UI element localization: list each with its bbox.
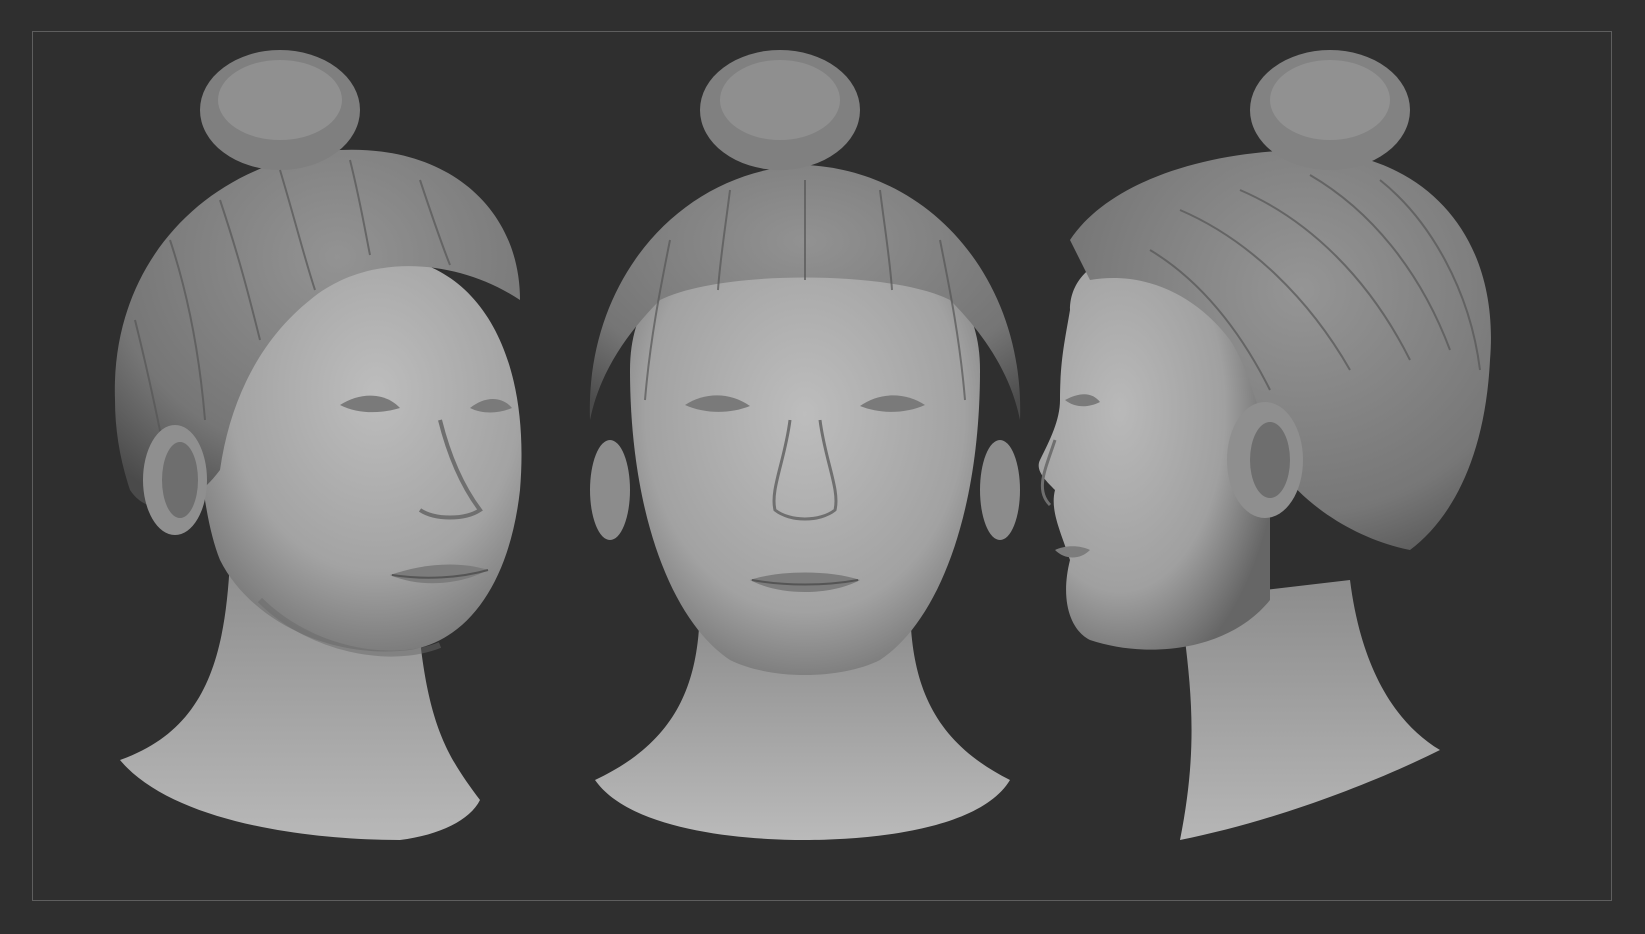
head-view-front [589,40,1021,900]
ear-left [590,440,630,540]
head-view-profile [1030,40,1550,900]
sculpt-head-profile-icon [1038,50,1491,840]
face [630,240,980,675]
sculpt-head-three-quarter-icon [114,50,522,840]
head-view-three-quarter [110,40,580,900]
sculpt-head-front-icon [589,50,1021,840]
sculpt-render-canvas [0,0,1645,934]
ear-right [980,440,1020,540]
